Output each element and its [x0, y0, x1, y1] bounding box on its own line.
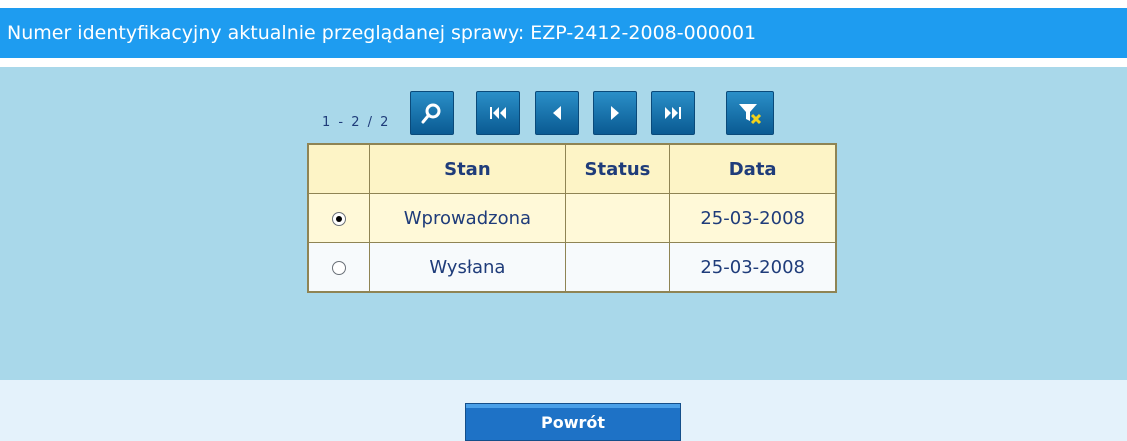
status-cell	[564, 242, 671, 293]
date-cell: 25-03-2008	[669, 193, 837, 243]
stan-cell: Wysłana	[369, 242, 566, 293]
stan-cell: Wprowadzona	[369, 193, 566, 243]
column-header-stan[interactable]: Stan	[369, 143, 566, 194]
back-button-label: Powrót	[540, 412, 606, 432]
back-button[interactable]: Powrót	[465, 403, 681, 441]
table-row[interactable]: Wprowadzona 25-03-2008	[307, 193, 837, 243]
date-cell: 25-03-2008	[669, 242, 837, 293]
search-icon	[421, 103, 441, 124]
row-radio[interactable]	[332, 260, 347, 275]
next-page-button[interactable]	[593, 91, 637, 135]
first-page-button[interactable]	[476, 91, 520, 135]
case-id-header: Numer identyfikacyjny aktualnie przegląd…	[0, 8, 1127, 58]
clear-filter-icon	[739, 104, 762, 125]
first-page-icon	[490, 107, 506, 119]
row-select-cell[interactable]	[307, 193, 371, 243]
pager-count: 1 - 2 / 2	[322, 115, 391, 130]
prev-page-button[interactable]	[535, 91, 579, 135]
search-button[interactable]	[410, 91, 454, 135]
last-page-button[interactable]	[651, 91, 695, 135]
next-icon	[611, 106, 619, 120]
column-header-status[interactable]: Status	[564, 143, 671, 194]
history-table: Stan Status Data Wprowadzona 25-03-2008 …	[307, 143, 837, 293]
row-radio[interactable]	[332, 211, 347, 226]
column-header-select	[307, 143, 371, 194]
last-page-icon	[665, 107, 681, 119]
row-select-cell[interactable]	[307, 242, 371, 293]
column-header-data[interactable]: Data	[669, 143, 837, 194]
table-row[interactable]: Wysłana 25-03-2008	[307, 242, 837, 293]
clear-filter-button[interactable]	[726, 91, 774, 135]
table-header-row: Stan Status Data	[307, 143, 837, 194]
status-cell	[564, 193, 671, 243]
prev-icon	[553, 106, 561, 120]
